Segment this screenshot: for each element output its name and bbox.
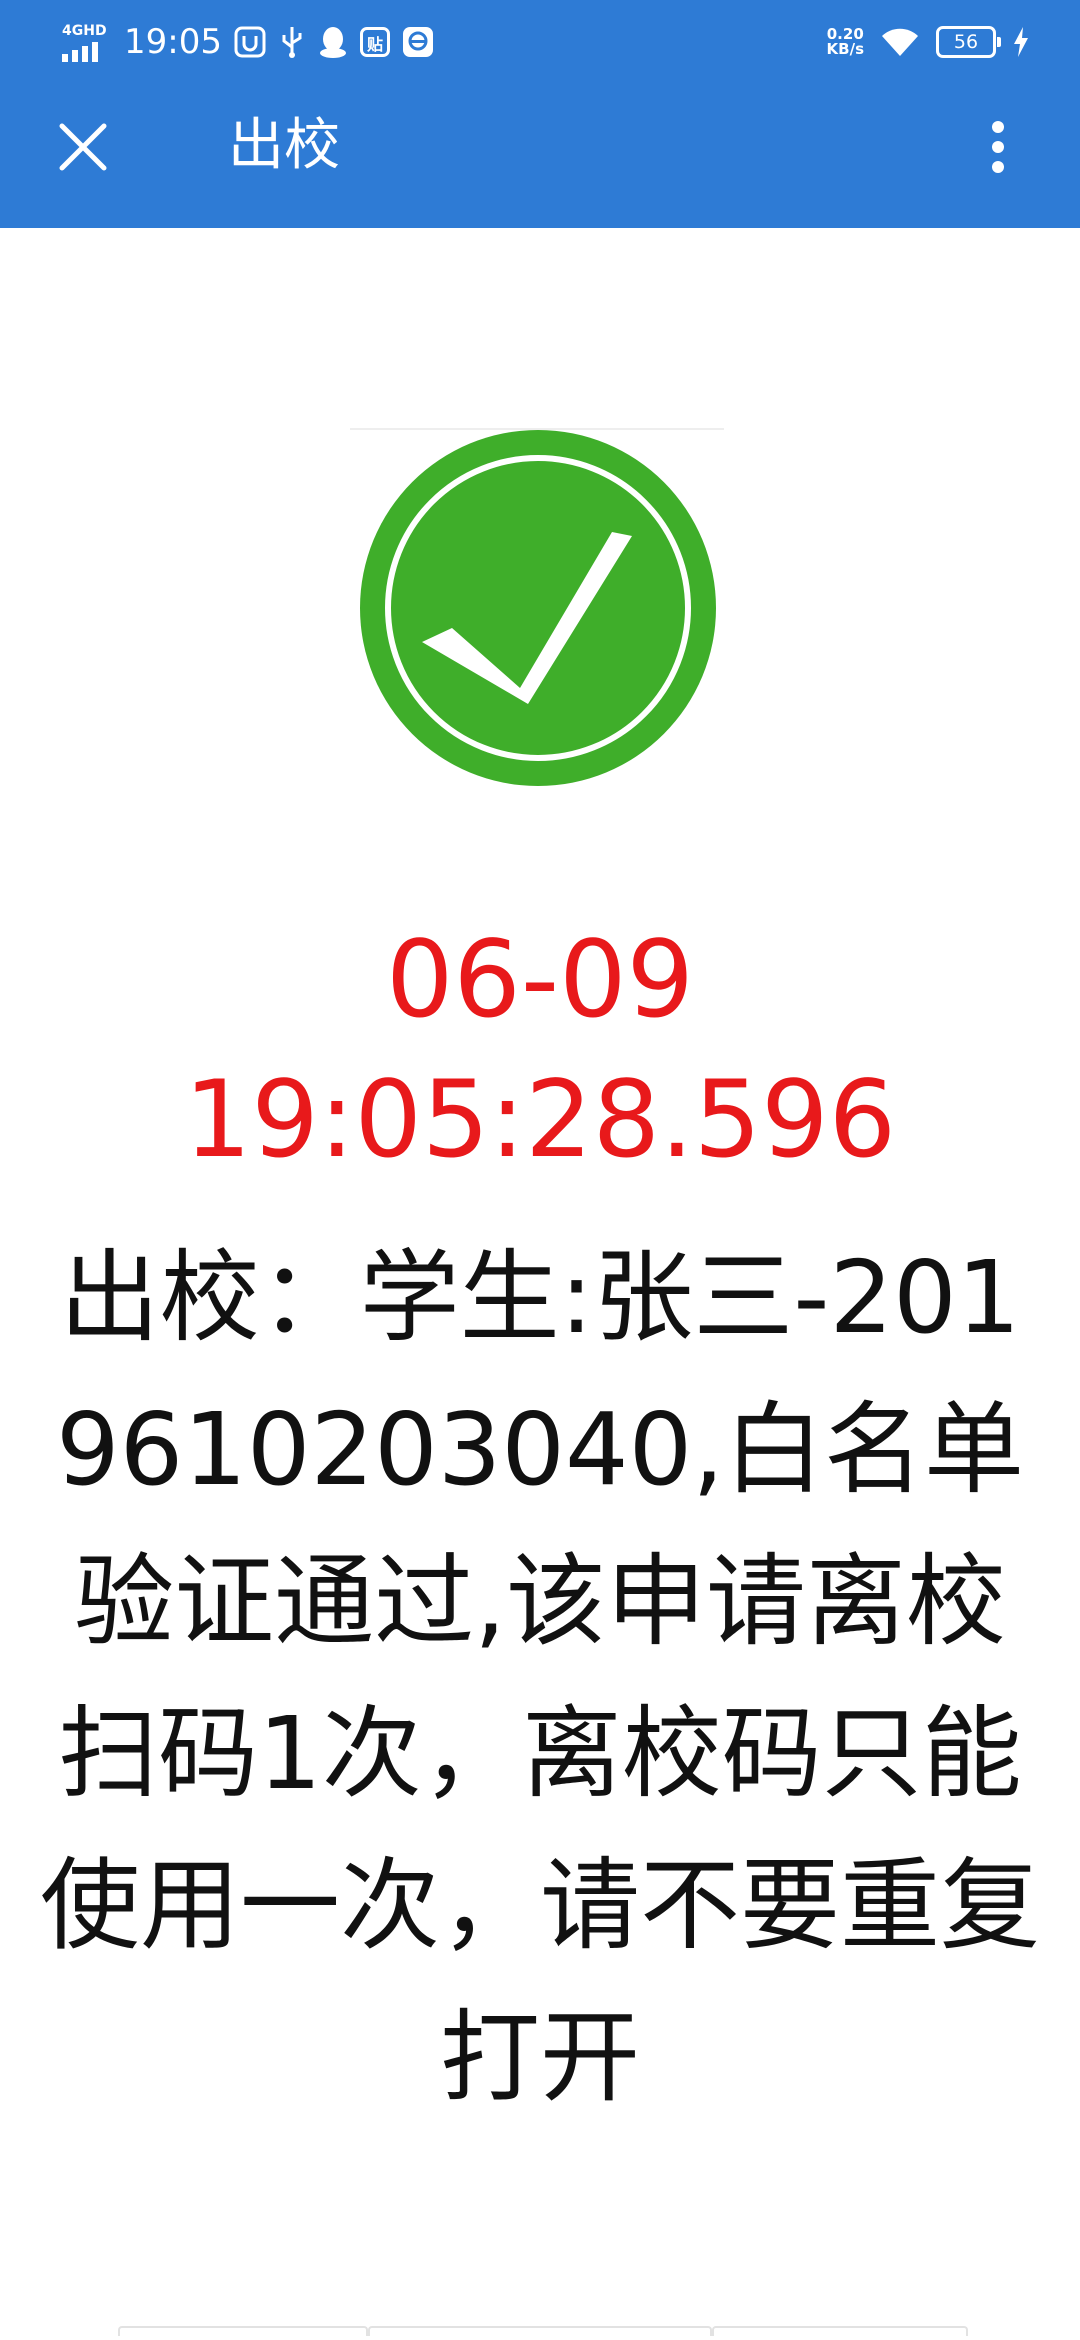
success-check-image	[350, 428, 724, 788]
close-icon	[59, 123, 107, 171]
wifi-icon	[882, 28, 918, 56]
usb-debug-icon	[234, 26, 266, 58]
status-time: 19:05	[124, 22, 222, 62]
status-bar-left: 4GHD 19:05 贴	[60, 14, 434, 70]
status-bar-right: 0.20 KB/s 56	[827, 14, 1030, 70]
network-indicator: 4GHD	[60, 20, 112, 64]
speed-unit: KB/s	[826, 40, 864, 58]
app-header: 4GHD 19:05 贴 0.20 KB/s 56 出校	[0, 0, 1080, 228]
bottom-tabs-edge	[0, 2326, 1080, 2340]
qq-icon	[319, 27, 346, 58]
scan-time: 19:05:28.596	[183, 1058, 897, 1181]
page-title: 出校	[228, 113, 340, 178]
network-type: 4GHD	[62, 23, 107, 39]
more-vertical-icon	[992, 121, 1004, 173]
status-bar: 4GHD 19:05 贴 0.20 KB/s 56	[0, 0, 1080, 84]
scan-timestamp: 06-09 19:05:28.596	[0, 910, 1080, 1190]
charging-icon	[1014, 27, 1028, 57]
more-options-button[interactable]	[976, 112, 1020, 182]
app-e-icon	[402, 27, 433, 57]
close-button[interactable]	[48, 112, 118, 182]
network-speed: 0.20 KB/s	[827, 27, 864, 57]
battery-icon: 56	[936, 26, 1001, 58]
scan-date: 06-09	[385, 918, 694, 1041]
check-circle-icon	[360, 430, 716, 786]
verification-message: 出校：学生:张三-2019610203040,白名单验证通过,该申请离校扫码1次…	[40, 1239, 1040, 2116]
signal-icon	[62, 42, 98, 62]
usb-icon	[282, 27, 302, 58]
app-badge-icon: 贴	[359, 27, 390, 57]
